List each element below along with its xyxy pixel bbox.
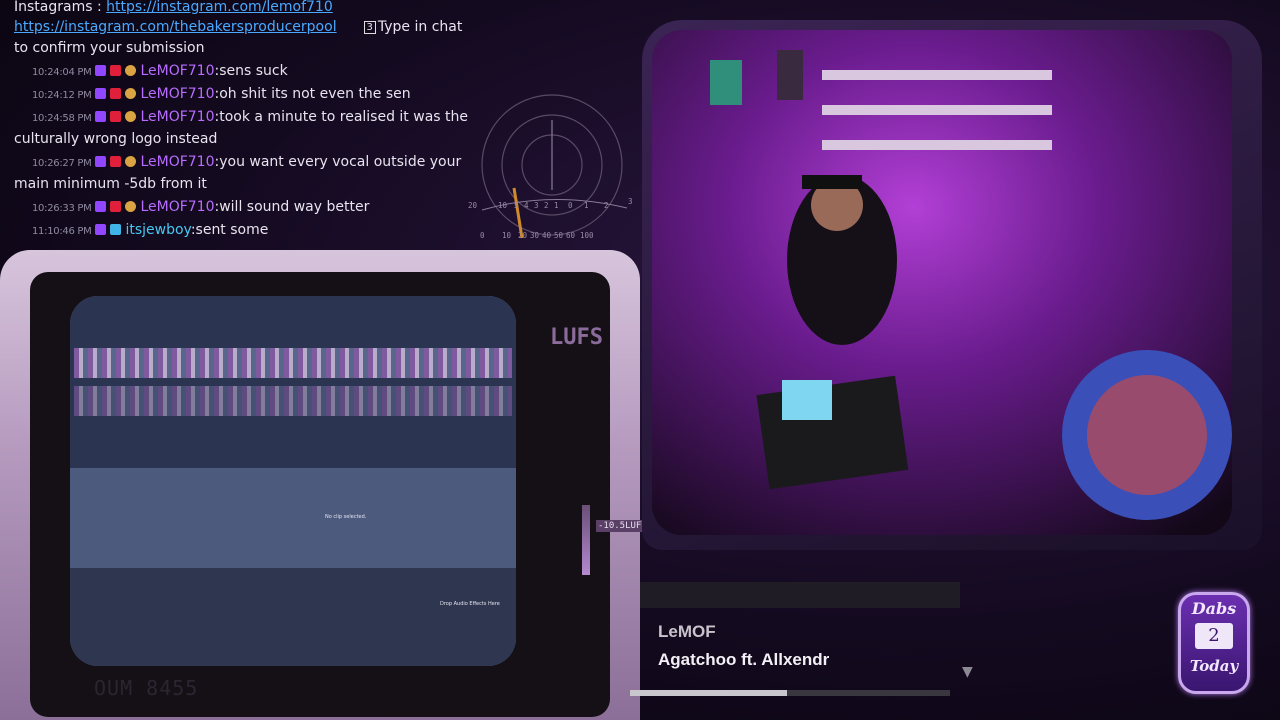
chat-message: 10:24:58 PM LeMOF710:took a minute to rea… (32, 109, 468, 125)
chat-message: 10:26:27 PM LeMOF710:you want every vocal… (32, 154, 462, 170)
chat-username[interactable]: LeMOF710 (140, 86, 214, 102)
twitch-badge-icon (95, 201, 107, 212)
now-playing-artist: LeMOF (658, 622, 716, 641)
message-text: sens suck (219, 63, 288, 79)
message-timestamp: 10:24:12 PM (32, 90, 92, 101)
message-timestamp: 10:26:33 PM (32, 203, 92, 214)
radar-tick: 0 (568, 201, 573, 210)
message-timestamp: 10:26:27 PM (32, 158, 92, 169)
now-playing-strip (640, 582, 960, 608)
message-timestamp: 10:24:04 PM (32, 67, 92, 78)
gift-badge-icon (110, 224, 122, 235)
command-number-box: 3 (363, 21, 376, 34)
instagram-link-1[interactable]: https://instagram.com/lemof710 (106, 0, 333, 15)
radar-tick: 10 (502, 231, 512, 240)
audio-clip-lane (74, 348, 512, 378)
daw-clip-view (70, 468, 516, 568)
twitch-badge-icon (95, 156, 107, 167)
radar-tick: 2 (544, 201, 549, 210)
dabs-label: Dabs (1191, 599, 1237, 618)
message-timestamp: 10:24:58 PM (32, 113, 92, 124)
radar-tick: 100 (580, 231, 594, 240)
radar-tick: 4 (524, 201, 529, 210)
message-text: you want every vocal outside your (219, 154, 462, 170)
lufs-level-bar (582, 505, 590, 575)
chat-username[interactable]: itsjewboy (125, 222, 190, 238)
message-text: will sound way better (219, 199, 370, 215)
message-continuation: main minimum -5db from it (14, 176, 207, 192)
dabs-count: 2 (1195, 623, 1233, 649)
radar-tick: 50 (554, 231, 564, 240)
video-badge-icon (110, 111, 122, 122)
dab-badge-icon (125, 201, 137, 212)
dab-badge-icon (125, 65, 137, 76)
dab-badge-icon (125, 88, 137, 99)
radar-tick: 10 (498, 201, 508, 210)
now-playing-title: Agatchoo ft. Allxendr (658, 650, 830, 669)
chat-username[interactable]: LeMOF710 (140, 63, 214, 79)
instagram-line-2: https://instagram.com/thebakersproducerp… (14, 16, 462, 39)
radar-gauge: 20 10 5 4 3 2 1 0 1 2 3 0 10 20 30 40 50… (468, 94, 633, 240)
webcam-scene-image (652, 30, 1232, 535)
video-badge-icon (110, 201, 122, 212)
chat-username[interactable]: LeMOF710 (140, 154, 214, 170)
command-text: Type in chat (377, 19, 463, 35)
drop-effects-label: Drop Audio Effects Here (440, 601, 500, 607)
message-continuation: culturally wrong logo instead (14, 131, 218, 147)
chat-message: 10:24:04 PM LeMOF710:sens suck (32, 63, 288, 79)
progress-fill (630, 690, 787, 696)
lufs-value: -10.5LUFS (596, 520, 649, 532)
radar-tick: 1 (584, 201, 589, 210)
chat-username[interactable]: LeMOF710 (140, 199, 214, 215)
no-clip-label: No clip selected. (325, 514, 367, 520)
confirm-line: to confirm your submission (14, 40, 205, 56)
dab-badge-icon (125, 111, 137, 122)
video-badge-icon (110, 88, 122, 99)
video-badge-icon (110, 65, 122, 76)
radar-tick: 1 (554, 201, 559, 210)
chat-message: 10:26:33 PM LeMOF710:will sound way bette… (32, 199, 370, 215)
daw-screen: No clip selected. Drop Audio Effects Her… (70, 296, 516, 666)
radar-tick: 0 (480, 231, 485, 240)
daw-arrangement-view (70, 296, 516, 476)
chat-username[interactable]: LeMOF710 (140, 109, 214, 125)
radar-tick: 5 (514, 201, 519, 210)
message-timestamp: 11:10:46 PM (32, 226, 92, 237)
dabs-today-label: Today (1189, 657, 1239, 675)
chat-message: 10:24:12 PM LeMOF710:oh shit its not even… (32, 86, 411, 102)
now-playing-progress (630, 690, 950, 696)
video-badge-icon (110, 156, 122, 167)
radar-tick: 40 (542, 231, 552, 240)
radar-tick: 3 (534, 201, 539, 210)
audio-clip-lane (74, 386, 512, 416)
lufs-meter: LUFS -10.5LUFS (550, 325, 649, 585)
chat-message: 11:10:46 PM itsjewboy:sent some (32, 222, 269, 238)
twitch-badge-icon (95, 224, 107, 235)
message-text: oh shit its not even the sen (219, 86, 411, 102)
instagram-label: Instagrams : (14, 0, 102, 15)
twitch-badge-icon (95, 111, 107, 122)
radar-tick: 30 (530, 231, 540, 240)
chevron-down-icon[interactable]: ▼ (962, 664, 973, 680)
daw-device-view (70, 568, 516, 666)
dabs-counter-badge: Dabs 2 Today (1178, 592, 1250, 694)
message-text: sent some (195, 222, 269, 238)
lufs-title: LUFS (550, 325, 603, 350)
instagram-link-2[interactable]: https://instagram.com/thebakersproducerp… (14, 19, 337, 35)
webcam-feed (652, 30, 1232, 535)
chat-overlay: Instagrams : https://instagram.com/lemof… (0, 0, 470, 250)
dab-badge-icon (125, 156, 137, 167)
message-text: took a minute to realised it was the (219, 109, 468, 125)
radar-tick: 60 (566, 231, 576, 240)
twitch-badge-icon (95, 65, 107, 76)
radar-tick: 2 (604, 201, 609, 210)
radar-tick: 3 (628, 197, 633, 206)
radar-tick: 20 (518, 231, 528, 240)
twitch-badge-icon (95, 88, 107, 99)
crt-model-label: OUM 8455 (94, 676, 199, 700)
radar-tick: 20 (468, 201, 478, 210)
